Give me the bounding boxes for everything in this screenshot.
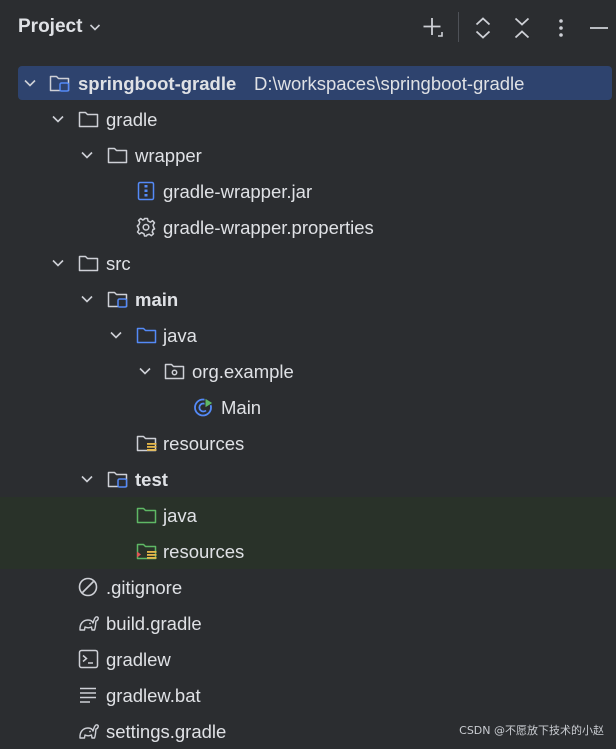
tree-node-label: gradlew (106, 649, 171, 670)
java-class-runnable-icon (194, 397, 214, 417)
chevron-down-icon[interactable] (108, 327, 124, 343)
tree-node-gradlew[interactable]: gradlew (0, 641, 616, 677)
folder-icon (78, 111, 99, 128)
tree-node-src[interactable]: src (0, 245, 616, 281)
add-icon (423, 18, 443, 37)
test-source-folder-icon (136, 507, 157, 524)
tree-node-label: resources (163, 541, 245, 562)
tree-node-label: resources (163, 433, 245, 454)
chevron-down-icon[interactable] (50, 255, 66, 271)
tree-node-label: settings.gradle (106, 721, 227, 742)
tree-node-label: gradle-wrapper.properties (163, 217, 374, 238)
tree-node-test-resources[interactable]: resources (0, 533, 616, 569)
expand-all-button[interactable] (468, 13, 498, 43)
ignore-file-icon (78, 577, 98, 597)
chevron-down-icon[interactable] (50, 111, 66, 127)
folder-icon (78, 255, 99, 272)
chevron-down-icon[interactable] (79, 291, 95, 307)
collapse-all-icon (514, 17, 530, 39)
folder-icon (107, 147, 128, 164)
tree-node-label: build.gradle (106, 613, 202, 634)
chevron-down-icon[interactable] (22, 75, 38, 91)
tree-node-test[interactable]: test (0, 461, 616, 497)
chevron-down-icon (90, 24, 101, 31)
tree-node-wrapper[interactable]: wrapper (0, 137, 616, 173)
module-folder-icon (107, 471, 128, 488)
tree-node-main-class[interactable]: Main (0, 389, 616, 425)
tree-node-label: src (106, 253, 131, 274)
tree-node-org-example[interactable]: org.example (0, 353, 616, 389)
module-folder-icon (49, 75, 70, 92)
project-toolbar: Project (0, 0, 616, 58)
tree-node-gradle-wrapper-properties[interactable]: gradle-wrapper.properties (0, 209, 616, 245)
tree-node-label: .gitignore (106, 577, 183, 598)
tree-node-label: java (163, 505, 197, 526)
gear-icon (136, 217, 156, 237)
tree-node-gradle[interactable]: gradle (0, 101, 616, 137)
more-icon (559, 19, 563, 37)
project-title: Project (18, 16, 83, 37)
module-folder-icon (107, 291, 128, 308)
add-button[interactable] (418, 13, 448, 43)
tree-node-gradle-wrapper-jar[interactable]: gradle-wrapper.jar (0, 173, 616, 209)
collapse-all-button[interactable] (507, 13, 537, 43)
options-button[interactable] (546, 13, 576, 43)
chevron-down-icon[interactable] (137, 363, 153, 379)
tree-node-main-java[interactable]: java (0, 317, 616, 353)
tree-node-test-java[interactable]: java (0, 497, 616, 533)
text-file-icon (80, 687, 96, 703)
test-resources-folder-icon (136, 543, 157, 560)
watermark: CSDN @不愿放下技术的小赵 (459, 724, 604, 737)
tree-node-label: wrapper (135, 145, 202, 166)
tree-node-label: Main (221, 397, 262, 418)
jar-archive-icon (137, 181, 155, 201)
tree-node-main-resources[interactable]: resources (0, 425, 616, 461)
tree-node-main[interactable]: main (0, 281, 616, 317)
tree-node-label: main (135, 289, 179, 310)
hide-button[interactable] (584, 13, 614, 43)
tree-node-gradlew-bat[interactable]: gradlew.bat (0, 677, 616, 713)
tree-node-build-gradle[interactable]: build.gradle (0, 605, 616, 641)
tree-node-root[interactable]: springboot-gradle D:\workspaces\springbo… (0, 65, 616, 101)
package-icon (164, 363, 185, 380)
tree-node-label: java (163, 325, 197, 346)
resources-folder-icon (136, 435, 157, 452)
gradle-elephant-icon (79, 724, 99, 739)
tree-node-label: gradle-wrapper.jar (163, 181, 313, 202)
hide-icon (590, 27, 608, 29)
source-folder-icon (136, 327, 157, 344)
gradle-elephant-icon (79, 616, 99, 631)
root-project-path: D:\workspaces\springboot-gradle (254, 73, 525, 94)
chevron-down-icon[interactable] (79, 147, 95, 163)
project-tree: springboot-gradle D:\workspaces\springbo… (0, 65, 616, 749)
project-view-selector[interactable]: Project (18, 16, 102, 38)
toolbar-separator (458, 12, 459, 42)
terminal-script-icon (78, 649, 99, 669)
tree-node-label: gradlew.bat (106, 685, 201, 706)
tree-node-gitignore[interactable]: .gitignore (0, 569, 616, 605)
chevron-down-icon[interactable] (79, 471, 95, 487)
tree-node-label: org.example (192, 361, 294, 382)
tree-node-label: gradle (106, 109, 158, 130)
root-project-name: springboot-gradle (78, 73, 237, 94)
tree-node-label: test (135, 469, 168, 490)
expand-all-icon (475, 17, 491, 39)
